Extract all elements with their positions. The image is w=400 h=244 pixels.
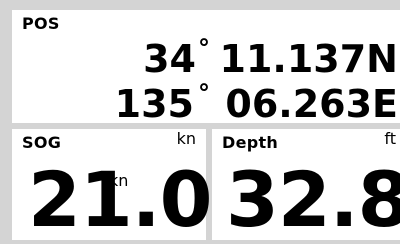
longitude-row: 135 ° 06.263E <box>12 81 400 126</box>
latitude-degrees: 34 <box>143 37 196 81</box>
latitude-degree-symbol: ° <box>198 34 210 62</box>
latitude-minutes: 11.137N <box>219 37 398 81</box>
latitude-row: 34 ° 11.137N <box>12 36 400 81</box>
position-panel: POS 34 ° 11.137N 135 ° 06.263E <box>12 10 400 123</box>
sog-unit: kn <box>176 129 196 148</box>
sog-panel: SOG kn 21.0 kn <box>12 129 213 240</box>
longitude-degree-symbol: ° <box>198 79 210 107</box>
depth-label: Depth <box>222 133 279 152</box>
longitude-degrees: 135 <box>114 82 194 126</box>
depth-value: 32.8 <box>226 155 400 244</box>
longitude-minutes: 06.263E <box>225 82 398 126</box>
position-label: POS <box>22 14 60 33</box>
depth-panel: Depth ft 32.8 <box>212 129 400 240</box>
sog-label: SOG <box>22 133 62 152</box>
depth-unit: ft <box>384 129 396 148</box>
sog-overlay-unit: kn <box>109 171 129 190</box>
